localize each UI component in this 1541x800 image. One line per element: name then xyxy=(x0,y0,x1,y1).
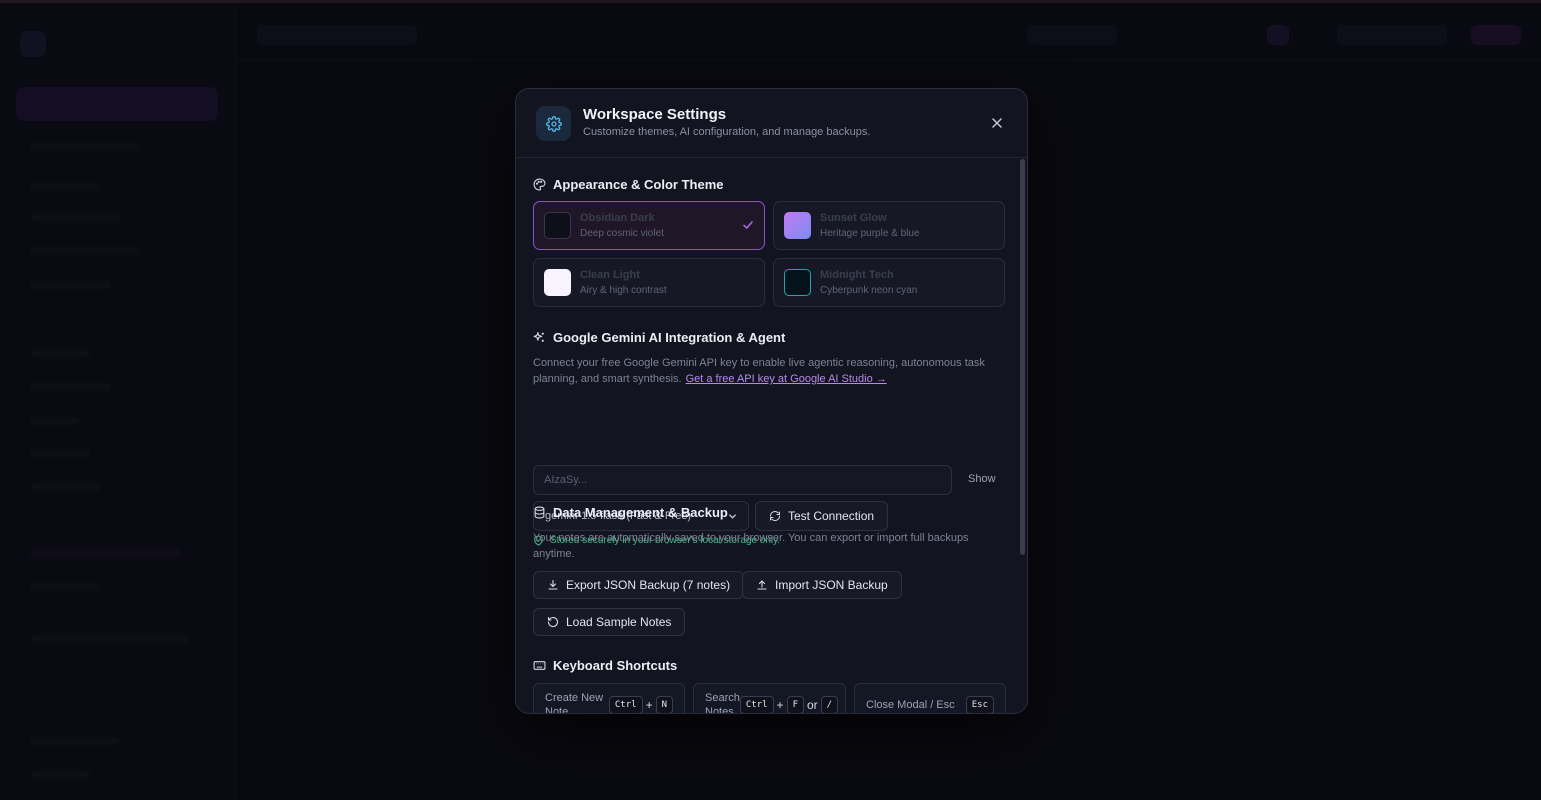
modal-scrollbar[interactable] xyxy=(1020,159,1025,555)
import-backup-button[interactable]: Import JSON Backup xyxy=(742,571,902,599)
sparkles-icon xyxy=(533,332,544,342)
theme-card-obsidian-dark[interactable]: Obsidian Dark Deep cosmic violet xyxy=(533,201,765,250)
key-separator: + xyxy=(776,698,784,712)
gemini-title-text: Google Gemini AI Integration & Agent xyxy=(553,330,786,345)
gemini-description: Connect your free Google Gemini API key … xyxy=(533,355,1003,387)
test-connection-label: Test Connection xyxy=(788,509,875,523)
load-sample-button[interactable]: Load Sample Notes xyxy=(533,608,686,636)
load-sample-label: Load Sample Notes xyxy=(566,615,672,629)
appearance-section-title: Appearance & Color Theme xyxy=(533,177,724,192)
modal-title: Workspace Settings xyxy=(583,106,727,123)
shortcut-keys: Esc xyxy=(965,696,994,713)
theme-desc: Cyberpunk neon cyan xyxy=(820,285,918,296)
theme-name: Clean Light xyxy=(580,269,640,281)
data-section-title: Data Management & Backup xyxy=(533,505,728,520)
key-cap: Ctrl xyxy=(739,696,774,713)
key-cap: / xyxy=(820,696,839,713)
theme-card-clean-light[interactable]: Clean Light Airy & high contrast xyxy=(533,258,765,307)
appearance-title-text: Appearance & Color Theme xyxy=(553,177,724,192)
export-backup-label: Export JSON Backup (7 notes) xyxy=(566,578,731,592)
shortcut-search-notes: Search Notes Ctrl + F or / xyxy=(693,683,846,713)
palette-icon xyxy=(533,178,546,191)
refresh-icon xyxy=(770,511,780,521)
api-key-input[interactable] xyxy=(533,465,952,495)
key-cap: F xyxy=(786,696,804,713)
shortcut-keys: Ctrl + N xyxy=(608,696,673,713)
key-separator: or xyxy=(806,698,818,712)
show-key-button[interactable]: Show xyxy=(968,473,996,485)
gemini-section-title: Google Gemini AI Integration & Agent xyxy=(533,330,785,345)
modal-body[interactable]: Appearance & Color Theme Obsidian Dark D… xyxy=(516,158,1027,713)
theme-desc: Heritage purple & blue xyxy=(820,228,920,239)
shortcuts-section-title: Keyboard Shortcuts xyxy=(533,658,677,673)
key-separator: + xyxy=(645,698,653,712)
gear-icon xyxy=(536,106,571,141)
theme-card-midnight-tech[interactable]: Midnight Tech Cyberpunk neon cyan xyxy=(773,258,1005,307)
modal-header: Workspace Settings Customize themes, AI … xyxy=(516,89,1027,158)
theme-card-sunset-glow[interactable]: Sunset Glow Heritage purple & blue xyxy=(773,201,1005,250)
theme-swatch xyxy=(784,269,811,296)
theme-swatch xyxy=(544,212,571,239)
theme-name: Midnight Tech xyxy=(820,269,894,281)
database-icon xyxy=(534,506,545,519)
theme-desc: Airy & high contrast xyxy=(580,285,667,296)
theme-swatch xyxy=(544,269,571,296)
theme-swatch xyxy=(784,212,811,239)
shortcut-close-modal: Close Modal / Esc Esc xyxy=(854,683,1006,713)
shortcut-label: Close Modal / Esc xyxy=(866,699,955,711)
export-backup-button[interactable]: Export JSON Backup (7 notes) xyxy=(533,571,745,599)
check-icon xyxy=(743,221,753,229)
keyboard-icon xyxy=(533,661,546,670)
shortcut-label: Create New Note xyxy=(545,692,604,713)
rotate-ccw-icon xyxy=(547,616,559,628)
close-icon[interactable] xyxy=(989,115,1005,131)
test-connection-button[interactable]: Test Connection xyxy=(755,501,889,531)
settings-modal: Workspace Settings Customize themes, AI … xyxy=(515,88,1028,714)
theme-name: Obsidian Dark xyxy=(580,212,655,224)
import-backup-label: Import JSON Backup xyxy=(775,578,888,592)
api-key-link[interactable]: Get a free API key at Google AI Studio → xyxy=(686,373,887,385)
download-icon xyxy=(548,579,558,590)
data-title-text: Data Management & Backup xyxy=(553,505,728,520)
theme-name: Sunset Glow xyxy=(820,212,887,224)
shortcuts-title-text: Keyboard Shortcuts xyxy=(553,658,678,673)
modal-subtitle: Customize themes, AI configuration, and … xyxy=(583,126,871,138)
shortcut-keys: Ctrl + F or / xyxy=(739,696,839,713)
data-description: Your notes are automatically saved to yo… xyxy=(533,532,969,560)
shortcut-create-note: Create New Note Ctrl + N xyxy=(533,683,685,713)
key-cap: Ctrl xyxy=(608,696,643,713)
shortcut-label: Search Notes xyxy=(705,692,740,713)
key-cap: N xyxy=(655,696,673,713)
key-cap: Esc xyxy=(965,696,994,713)
upload-icon xyxy=(757,580,767,590)
chevron-down-icon xyxy=(729,513,736,519)
theme-desc: Deep cosmic violet xyxy=(580,228,664,239)
